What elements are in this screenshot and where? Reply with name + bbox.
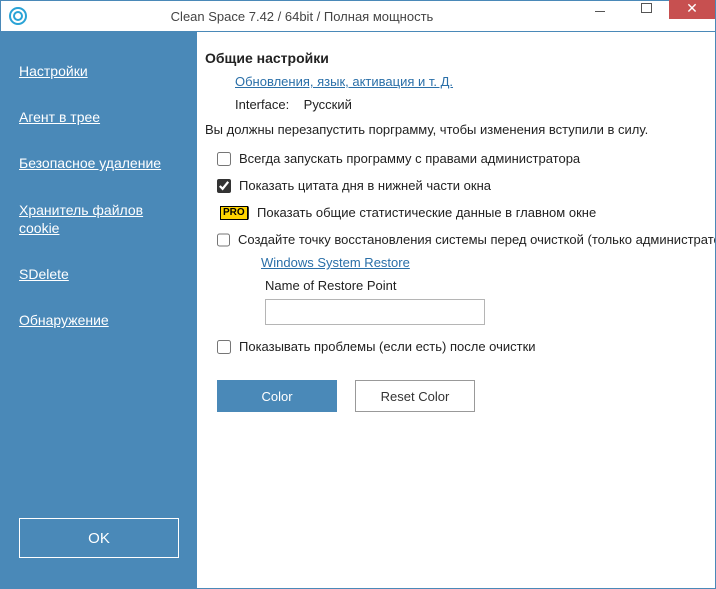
close-button[interactable] [669,0,715,19]
titlebar: Clean Space 7.42 / 64bit / Полная мощнос… [1,1,715,31]
sidebar-item-tray-agent[interactable]: Агент в трее [1,94,197,140]
checkbox-show-stats-label: Показать общие статистические данные в г… [257,205,596,220]
sidebar-item-secure-delete[interactable]: Безопасное удаление [1,140,197,186]
checkbox-show-problems[interactable] [217,340,231,354]
page-title: Общие настройки [205,50,707,66]
content-panel: Общие настройки Обновления, язык, актива… [197,32,715,588]
reset-color-button[interactable]: Reset Color [355,380,475,412]
checkbox-quote-of-day[interactable] [217,179,231,193]
interface-value: Русский [304,97,352,112]
checkbox-create-restore-point[interactable] [217,233,230,247]
checkbox-create-restore-point-label: Создайте точку восстановления системы пе… [238,232,715,247]
updates-link[interactable]: Обновления, язык, активация и т. Д. [235,74,453,89]
sidebar-item-settings[interactable]: Настройки [1,48,197,94]
checkbox-quote-of-day-label: Показать цитата дня в нижней части окна [239,178,491,193]
maximize-button[interactable] [623,0,669,19]
sidebar-item-cookie-keeper[interactable]: Хранитель файлов cookie [1,187,197,251]
interface-label: Interface: [235,97,289,112]
sidebar: Настройки Агент в трее Безопасное удален… [1,32,197,588]
window-title: Clean Space 7.42 / 64bit / Полная мощнос… [27,9,577,24]
checkbox-show-problems-label: Показывать проблемы (если есть) после оч… [239,339,536,354]
sidebar-item-sdelete[interactable]: SDelete [1,251,197,297]
app-icon [9,7,27,25]
sidebar-item-detection[interactable]: Обнаружение [1,297,197,343]
restart-note: Вы должны перезапустить порграмму, чтобы… [205,122,707,137]
checkbox-run-as-admin-label: Всегда запускать программу с правами адм… [239,151,580,166]
checkbox-run-as-admin[interactable] [217,152,231,166]
windows-system-restore-link[interactable]: Windows System Restore [261,255,410,270]
pro-badge: PRO [220,206,248,220]
color-button[interactable]: Color [217,380,337,412]
ok-button[interactable]: OK [19,518,179,558]
restore-point-name-label: Name of Restore Point [265,278,707,293]
minimize-button[interactable] [577,0,623,19]
restore-point-name-input[interactable] [265,299,485,325]
